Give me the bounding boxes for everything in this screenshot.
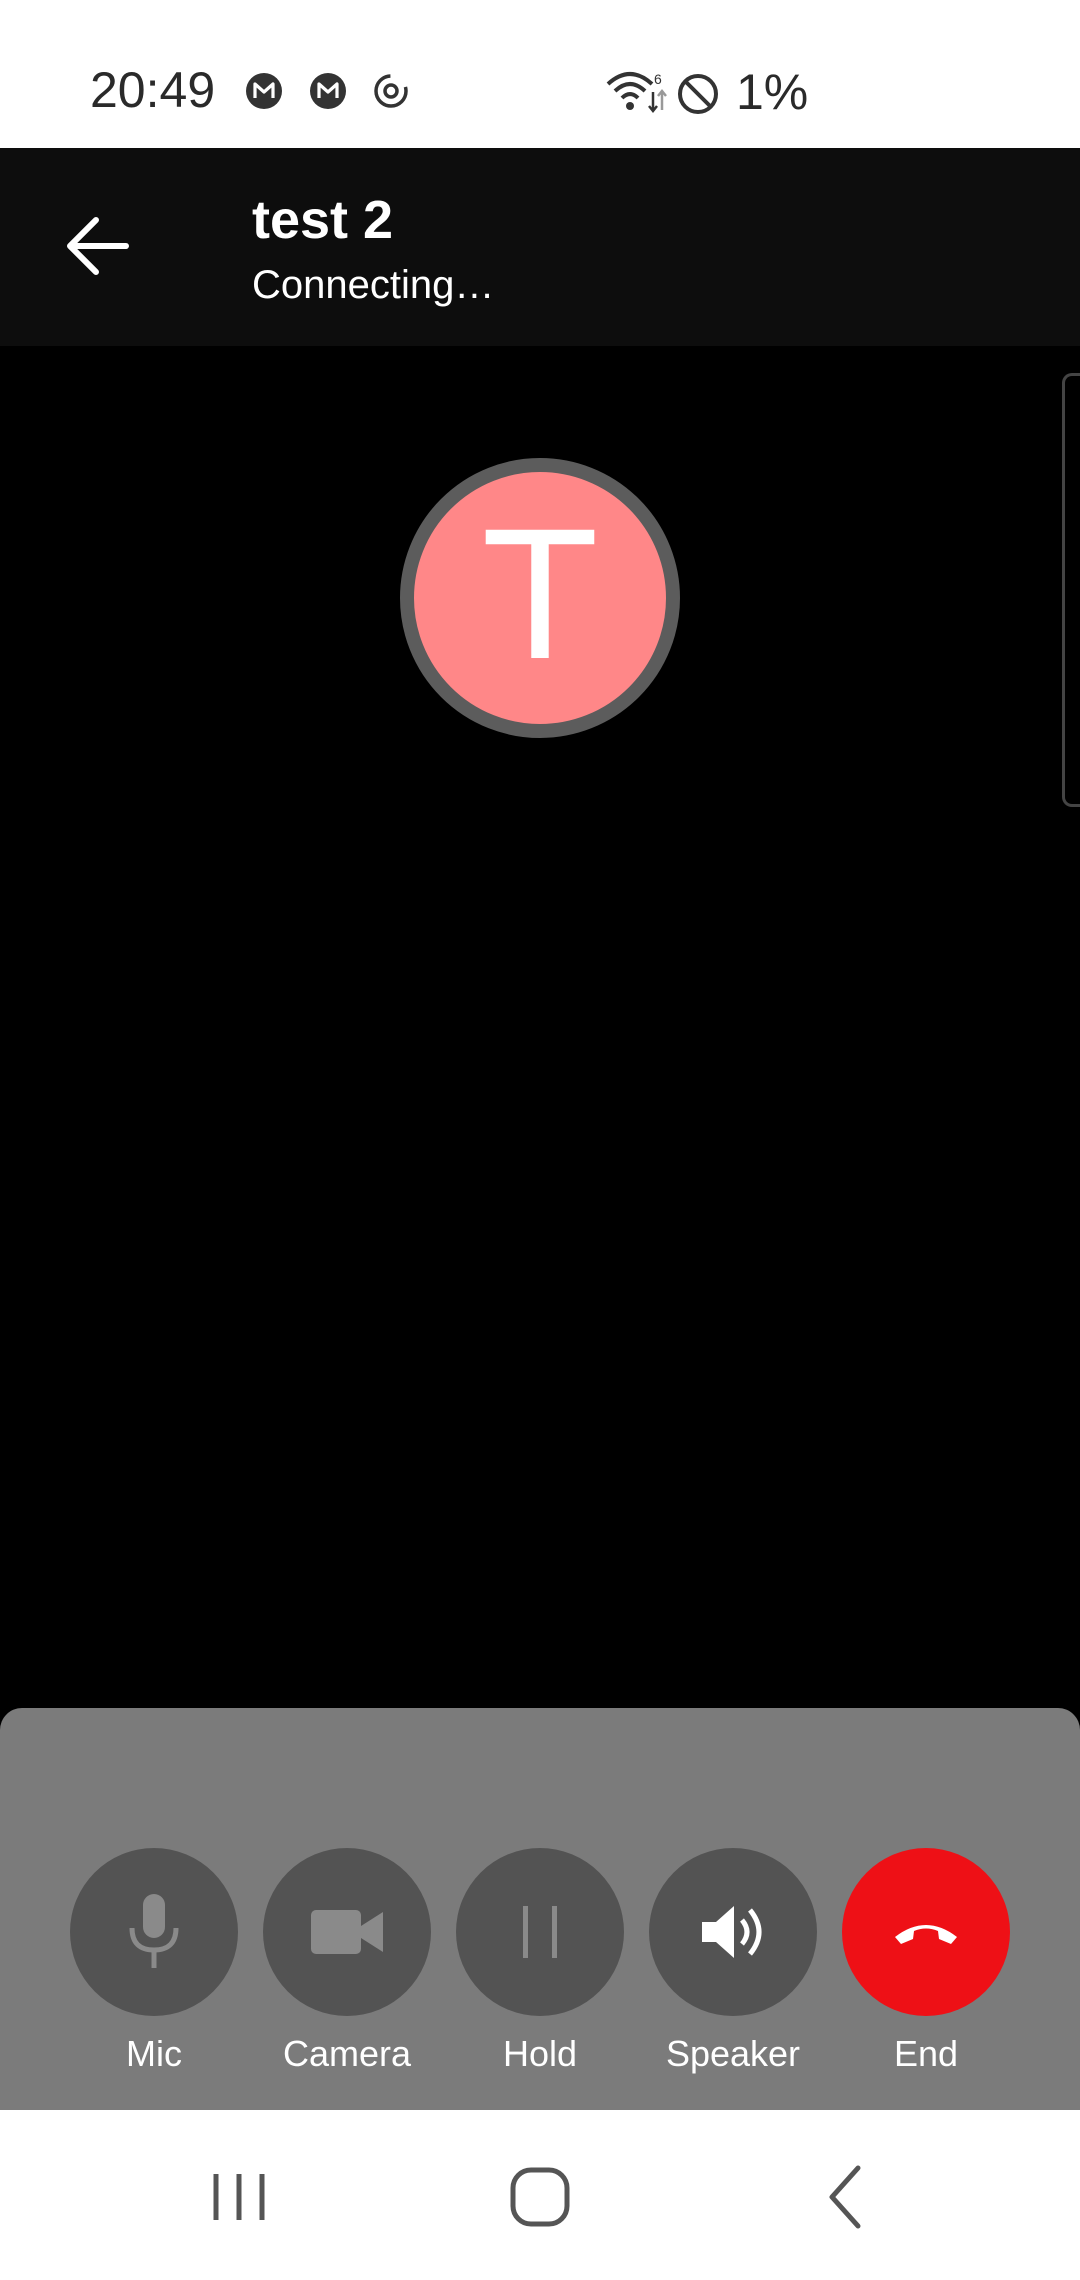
end-call-button[interactable]: End xyxy=(842,1848,1010,2076)
speaker-icon xyxy=(702,1906,762,1958)
battery-level: 1% xyxy=(736,64,809,120)
speaker-label: Speaker xyxy=(665,2033,801,2074)
avatar: T xyxy=(400,458,680,738)
call-status: Connecting… xyxy=(252,263,495,307)
back-icon xyxy=(829,2165,861,2229)
sync-icon xyxy=(372,72,410,110)
home-icon xyxy=(510,2167,570,2227)
system-nav-bar xyxy=(0,2110,1080,2280)
hold-button[interactable]: Hold xyxy=(456,1848,624,2076)
hang-up-icon xyxy=(895,1925,957,1944)
status-bar: 20:49 6 1% xyxy=(0,0,1080,148)
recent-apps-icon xyxy=(213,2174,265,2220)
camera-label: Camera xyxy=(282,2033,412,2074)
nav-back-button[interactable] xyxy=(800,2152,890,2242)
home-button[interactable] xyxy=(495,2152,585,2242)
svg-text:6: 6 xyxy=(654,71,662,87)
back-button[interactable] xyxy=(54,208,140,284)
camera-button[interactable]: Camera xyxy=(263,1848,431,2076)
mic-icon xyxy=(129,1894,179,1968)
speaker-button[interactable]: Speaker xyxy=(649,1848,817,2076)
mic-button[interactable]: Mic xyxy=(70,1848,238,2076)
do-not-disturb-icon xyxy=(676,72,720,116)
gmail-icon xyxy=(309,72,347,110)
video-camera-icon xyxy=(311,1910,383,1954)
avatar-initial: T xyxy=(486,495,594,700)
recent-apps-button[interactable] xyxy=(194,2152,284,2242)
scrollbar[interactable] xyxy=(1062,373,1080,807)
status-time: 20:49 xyxy=(90,62,216,118)
call-header: test 2 Connecting… xyxy=(0,148,1080,346)
pause-icon xyxy=(523,1906,557,1958)
mic-label: Mic xyxy=(126,2033,182,2074)
hold-label: Hold xyxy=(502,2033,578,2074)
gmail-icon xyxy=(245,72,283,110)
end-label: End xyxy=(893,2033,959,2074)
arrow-left-icon xyxy=(67,217,129,275)
call-controls-panel: Mic Camera Hold Speaker End xyxy=(0,1708,1080,2110)
wifi-icon: 6 xyxy=(606,70,668,114)
contact-name: test 2 xyxy=(252,190,394,250)
